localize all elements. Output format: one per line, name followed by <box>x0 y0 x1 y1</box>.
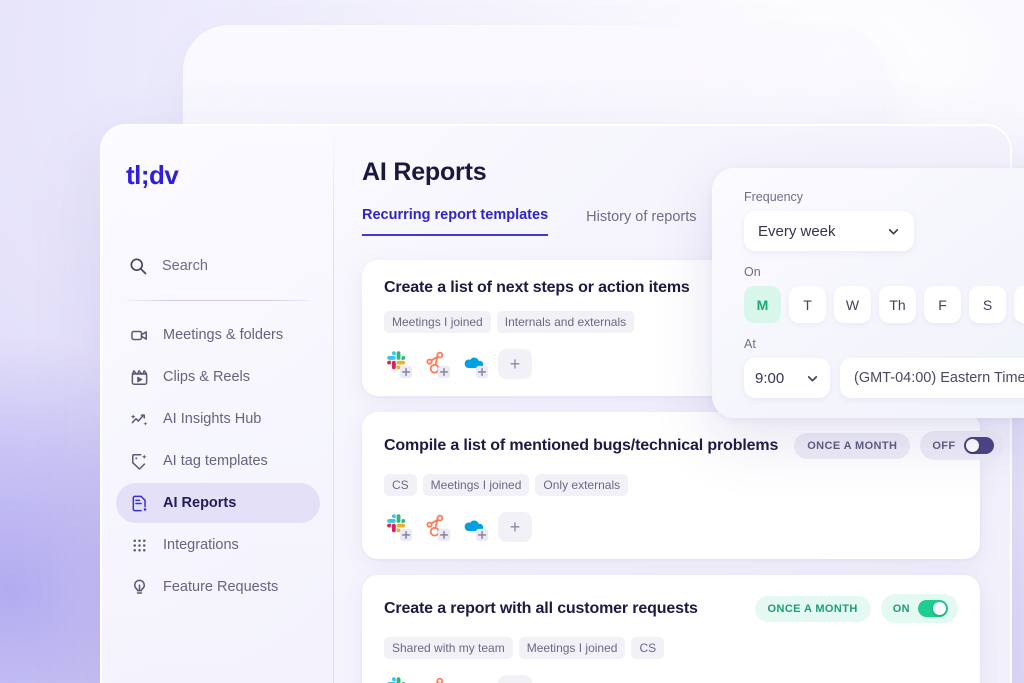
enable-toggle[interactable]: ON <box>880 594 958 623</box>
tab-recurring-report-templates[interactable]: Recurring report templates <box>362 207 549 236</box>
report-template-card[interactable]: Compile a list of mentioned bugs/technic… <box>362 412 1004 559</box>
hubspot-icon[interactable] <box>422 349 452 379</box>
report-document-icon <box>132 495 147 511</box>
grid-dots-icon <box>133 538 146 552</box>
salesforce-icon[interactable] <box>460 512 490 542</box>
lightbulb-icon <box>134 579 145 594</box>
frequency-badge[interactable]: ONCE A MONTH <box>754 595 871 622</box>
sidebar-item-label: AI tag templates <box>163 453 268 469</box>
card-integrations: + <box>384 675 958 683</box>
card-header: Compile a list of mentioned bugs/technic… <box>384 431 1004 460</box>
salesforce-icon[interactable] <box>460 349 490 379</box>
sidebar-item-meetings-folders[interactable]: Meetings & folders <box>116 315 320 355</box>
on-label: On <box>744 265 761 279</box>
schedule-settings-panel: Frequency Every week On M T W Th F S Su … <box>712 168 1024 418</box>
sidebar-item-feature-requests[interactable]: Feature Requests <box>116 567 320 607</box>
card-tags: CS Meetings I joined Only externals <box>384 474 958 496</box>
search-placeholder: Search <box>162 258 208 274</box>
chevron-down-icon <box>888 228 899 234</box>
frequency-label: Frequency <box>744 190 804 204</box>
time-row: 9:00 (GMT-04:00) Eastern Time <box>744 358 1024 398</box>
sidebar-item-label: AI Reports <box>163 495 237 511</box>
tag-sparkle-icon <box>132 453 147 470</box>
tag[interactable]: Only externals <box>535 474 629 496</box>
card-title: Create a list of next steps or action it… <box>384 279 690 296</box>
day-button-monday[interactable]: M <box>744 286 781 323</box>
toggle-switch-knob <box>965 439 979 452</box>
toggle-switch-track <box>918 600 948 617</box>
add-integration-button[interactable]: + <box>498 349 532 379</box>
sidebar-item-ai-tag-templates[interactable]: AI tag templates <box>116 441 320 481</box>
toggle-state-label: OFF <box>932 439 956 452</box>
tag[interactable]: CS <box>384 474 417 496</box>
tag[interactable]: Shared with my team <box>384 637 513 659</box>
sidebar-item-ai-reports[interactable]: AI Reports <box>116 483 320 523</box>
day-button-tuesday[interactable]: T <box>789 286 826 323</box>
add-integration-button[interactable]: + <box>498 675 532 683</box>
sidebar-item-integrations[interactable]: Integrations <box>116 525 320 565</box>
timezone-select[interactable]: (GMT-04:00) Eastern Time <box>840 358 1024 398</box>
card-controls: ONCE A MONTH OFF <box>794 431 1004 460</box>
day-button-thursday[interactable]: Th <box>879 286 916 323</box>
sidebar-item-label: Integrations <box>163 537 239 553</box>
frequency-badge[interactable]: ONCE A MONTH <box>794 432 911 459</box>
brand-logo[interactable]: tl;dv <box>116 152 320 188</box>
sidebar-item-ai-insights-hub[interactable]: AI Insights Hub <box>116 399 320 439</box>
frequency-select[interactable]: Every week <box>744 211 914 251</box>
sidebar: tl;dv Search Meetings & folders Clips & … <box>102 126 334 683</box>
hubspot-icon[interactable] <box>422 512 452 542</box>
toggle-state-label: ON <box>892 602 910 615</box>
sidebar-item-label: AI Insights Hub <box>163 411 262 427</box>
toggle-switch-track <box>963 437 994 454</box>
card-integrations: + <box>384 512 958 542</box>
day-button-sunday[interactable]: Su <box>1014 286 1024 323</box>
sidebar-item-label: Feature Requests <box>163 579 279 595</box>
tag[interactable]: Internals and externals <box>496 311 635 333</box>
frequency-value: Every week <box>758 222 836 240</box>
sidebar-nav: Meetings & folders Clips & Reels AI Insi… <box>116 315 320 608</box>
tag[interactable]: CS <box>631 637 665 659</box>
search-icon <box>130 258 147 275</box>
chevron-down-icon <box>807 375 818 381</box>
at-label: At <box>744 337 756 351</box>
search-input[interactable]: Search <box>116 244 320 288</box>
slack-icon[interactable] <box>384 512 414 542</box>
tag[interactable]: Meetings I joined <box>518 637 626 659</box>
sidebar-item-label: Clips & Reels <box>163 369 251 385</box>
time-value: 9:00 <box>755 369 785 387</box>
day-button-friday[interactable]: F <box>924 286 961 323</box>
enable-toggle[interactable]: OFF <box>920 431 1004 460</box>
card-header: Create a report with all customer reques… <box>384 594 958 623</box>
add-integration-button[interactable]: + <box>498 512 532 542</box>
clapperboard-icon <box>131 369 148 385</box>
sidebar-item-label: Meetings & folders <box>163 327 284 343</box>
day-selector: M T W Th F S Su <box>744 286 1024 323</box>
hubspot-icon[interactable] <box>422 675 452 683</box>
timezone-value: (GMT-04:00) Eastern Time <box>854 370 1024 386</box>
slack-icon[interactable] <box>384 349 414 379</box>
tag[interactable]: Meetings I joined <box>422 474 530 496</box>
card-title: Compile a list of mentioned bugs/technic… <box>384 436 779 454</box>
card-title: Create a report with all customer reques… <box>384 599 698 617</box>
tag[interactable]: Meetings I joined <box>384 311 491 333</box>
video-camera-icon <box>131 330 147 340</box>
time-select[interactable]: 9:00 <box>744 358 830 398</box>
sidebar-item-clips-reels[interactable]: Clips & Reels <box>116 357 320 397</box>
day-button-wednesday[interactable]: W <box>834 286 871 323</box>
slack-icon[interactable] <box>384 675 414 683</box>
tab-history-of-reports[interactable]: History of reports <box>586 209 696 236</box>
app-screenshot: tl;dv Search Meetings & folders Clips & … <box>0 0 1024 683</box>
insights-chart-icon <box>130 413 148 426</box>
sidebar-divider <box>126 300 310 301</box>
card-tags: Shared with my team Meetings I joined CS <box>384 637 958 659</box>
toggle-switch-knob <box>933 602 946 615</box>
day-button-saturday[interactable]: S <box>969 286 1006 323</box>
salesforce-icon[interactable] <box>460 675 490 683</box>
report-template-card[interactable]: Create a report with all customer reques… <box>362 575 980 683</box>
card-controls: ONCE A MONTH ON <box>754 594 958 623</box>
